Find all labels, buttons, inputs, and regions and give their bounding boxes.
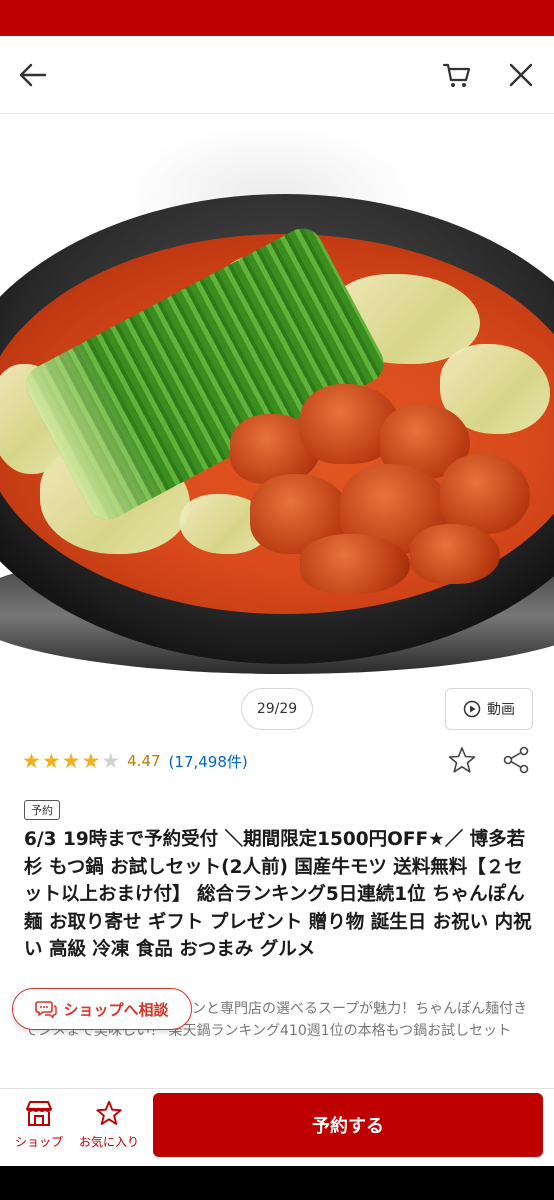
star-icon: ★ bbox=[61, 748, 81, 773]
star-icon: ★ bbox=[41, 748, 61, 773]
video-button[interactable]: 動画 bbox=[445, 688, 533, 730]
reserve-button-label: 予約する bbox=[312, 1116, 384, 1137]
product-title: 6/3 19時まで予約受付 ＼期間限定1500円OFF★／ 博多若杉 もつ鍋 お… bbox=[24, 829, 532, 960]
share-icon bbox=[503, 746, 529, 774]
star-outline-icon bbox=[448, 747, 476, 773]
star-icon: ★ bbox=[22, 748, 41, 773]
cart-icon bbox=[442, 63, 471, 87]
back-button[interactable] bbox=[8, 50, 58, 100]
star-outline-icon bbox=[96, 1100, 122, 1125]
bottom-action-bar: ショップ お気に入り 予約する bbox=[0, 1088, 554, 1164]
play-icon bbox=[463, 700, 481, 718]
motsu bbox=[440, 454, 530, 534]
star-icon: ★ bbox=[81, 748, 101, 773]
shop-button[interactable]: ショップ bbox=[6, 1099, 72, 1159]
chat-icon bbox=[35, 1001, 58, 1019]
star-icon: ★ bbox=[101, 748, 121, 773]
shop-label: ショップ bbox=[14, 1135, 63, 1149]
photo-counter: 29/29 bbox=[241, 688, 313, 730]
status-bar bbox=[0, 0, 554, 36]
video-label: 動画 bbox=[487, 702, 515, 718]
photo-counter-text: 29/29 bbox=[256, 701, 298, 717]
reservation-tag: 予約 bbox=[24, 800, 60, 820]
rating-row[interactable]: ★ ★ ★ ★ ★ 4.47 (17,498件) bbox=[22, 748, 248, 774]
product-image[interactable] bbox=[0, 114, 554, 684]
rating-value: 4.47 bbox=[127, 752, 161, 770]
arrow-left-icon bbox=[19, 63, 47, 87]
shop-consult-label: ショップへ相談 bbox=[63, 1000, 169, 1019]
close-icon bbox=[509, 63, 533, 87]
close-button[interactable] bbox=[496, 50, 546, 100]
favorite-label: お気に入り bbox=[78, 1135, 139, 1149]
cart-button[interactable] bbox=[432, 50, 482, 100]
motsu bbox=[410, 524, 500, 584]
favorite-button[interactable] bbox=[444, 742, 480, 778]
motsu bbox=[300, 534, 410, 594]
review-count-link[interactable]: (17,498件) bbox=[169, 751, 248, 772]
favorite-add-button[interactable]: お気に入り bbox=[76, 1099, 142, 1159]
reserve-button[interactable]: 予約する bbox=[153, 1093, 543, 1157]
shop-icon bbox=[26, 1101, 52, 1126]
system-navigation-bar bbox=[0, 1166, 554, 1200]
top-nav bbox=[0, 36, 554, 114]
share-button[interactable] bbox=[498, 742, 534, 778]
shop-consult-button[interactable]: ショップへ相談 bbox=[12, 988, 192, 1030]
